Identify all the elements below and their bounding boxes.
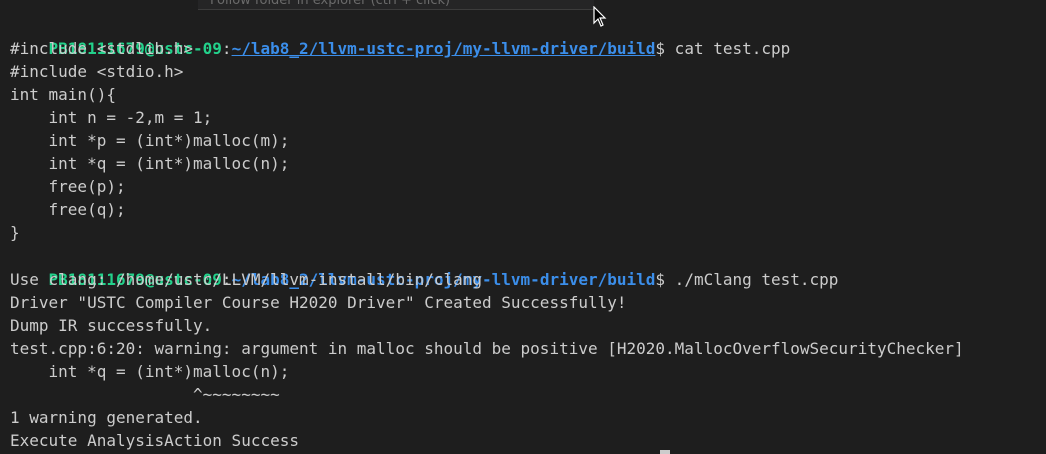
terminal-panel[interactable]: PB18111679@ustc-09:~/lab8_2/llvm-ustc-pr… [0, 0, 1046, 454]
output-line: Driver "USTC Compiler Course H2020 Drive… [10, 293, 627, 312]
source-line: #include <stdlib.h> [10, 39, 194, 58]
link-hover-tooltip: Follow folder in explorer (ctrl + click) [198, 0, 594, 10]
warning-line: test.cpp:6:20: warning: argument in mall… [10, 339, 964, 358]
output-line: Use clang: /home/ustc/LLVM/llvm-install/… [10, 270, 483, 289]
text-cursor-mark [660, 450, 670, 454]
source-line: } [10, 223, 20, 242]
caret-line: ^~~~~~~~~ [10, 385, 280, 404]
source-line: int *q = (int*)malloc(n); [10, 154, 290, 173]
output-line: int *q = (int*)malloc(n); [10, 362, 290, 381]
source-line: #include <stdio.h> [10, 62, 184, 81]
output-line: Dump IR successfully. [10, 316, 213, 335]
prompt-line-1[interactable]: PB18111679@ustc-09:~/lab8_2/llvm-ustc-pr… [10, 14, 791, 58]
source-line: free(p); [10, 177, 126, 196]
prompt-line-2[interactable]: PB18111679@ustc-09:~/lab8_2/llvm-ustc-pr… [10, 245, 839, 289]
source-line: int *p = (int*)malloc(m); [10, 131, 290, 150]
output-line: 1 warning generated. [10, 408, 203, 427]
prompt-dollar: $ [655, 270, 666, 289]
prompt-separator: : [221, 39, 232, 58]
source-line: int main(){ [10, 85, 116, 104]
mouse-pointer-icon [593, 6, 607, 27]
source-line: int n = -2,m = 1; [10, 108, 213, 127]
command-cat: cat test.cpp [665, 39, 791, 58]
output-line: Execute AnalysisAction Success [10, 431, 299, 450]
command-run: ./mClang test.cpp [665, 270, 839, 289]
source-line: free(q); [10, 200, 126, 219]
prompt-path-link[interactable]: ~/lab8_2/llvm-ustc-proj/my-llvm-driver/b… [232, 39, 656, 58]
prompt-dollar: $ [655, 39, 666, 58]
